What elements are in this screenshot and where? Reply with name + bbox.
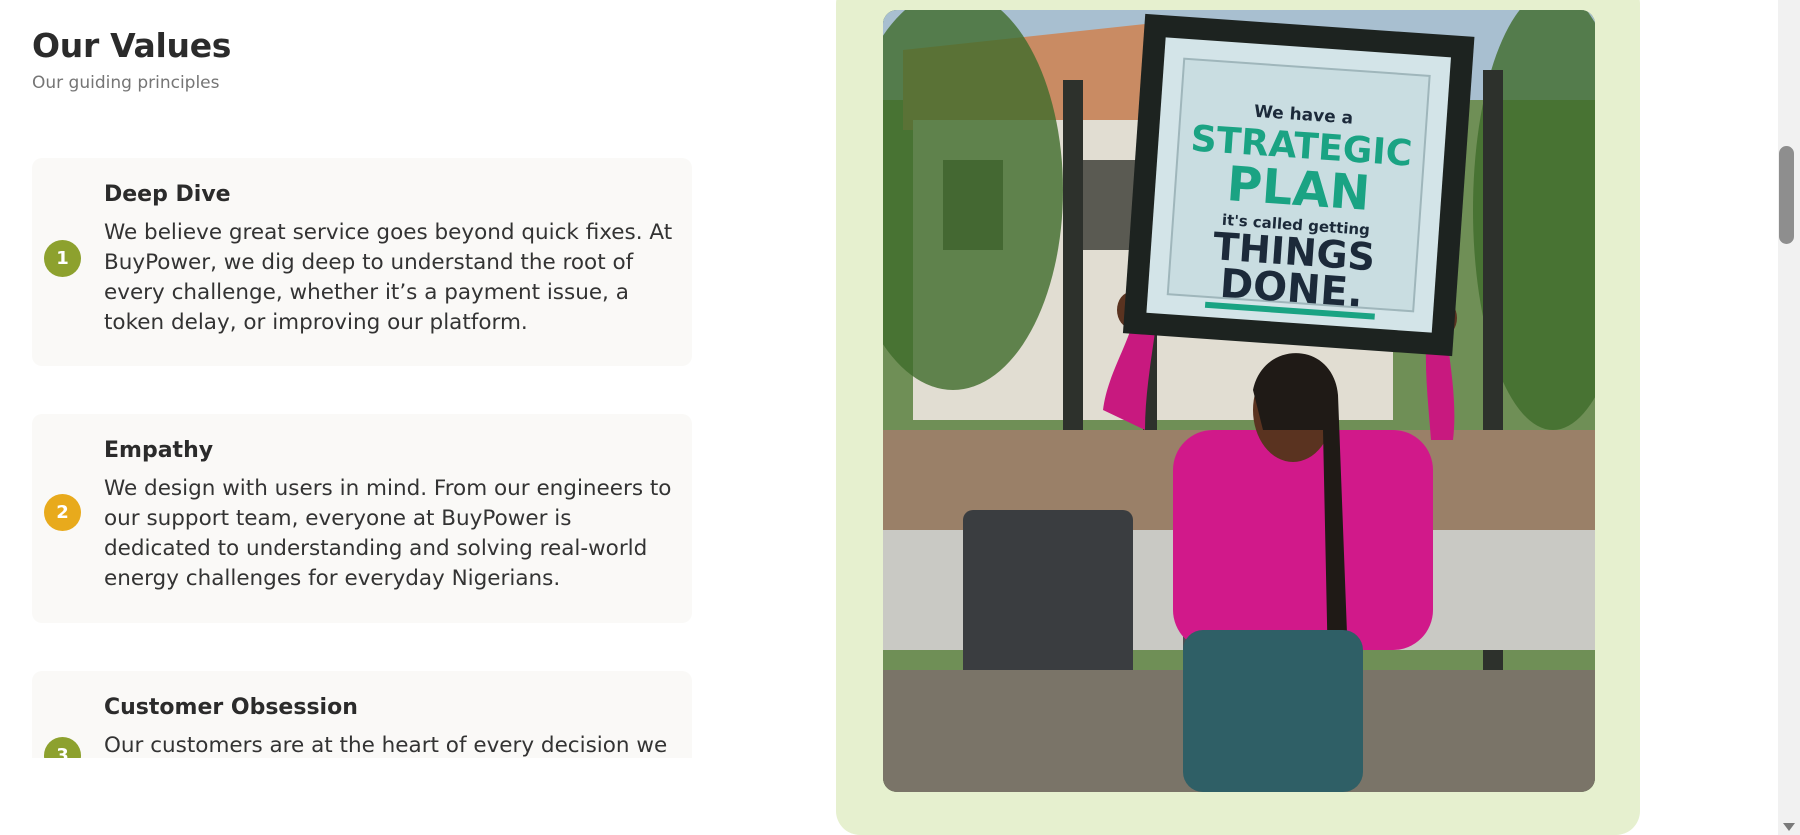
value-card-empathy: 2 Empathy We design with users in mind. … (32, 414, 692, 623)
value-title: Customer Obsession (104, 695, 358, 720)
value-card-deep-dive: 1 Deep Dive We believe great service goe… (32, 158, 692, 366)
page-subtitle: Our guiding principles (32, 73, 220, 93)
vertical-scrollbar[interactable] (1778, 0, 1800, 835)
number-badge: 3 (44, 737, 81, 758)
number-badge: 2 (44, 494, 81, 531)
page-title: Our Values (32, 26, 232, 65)
value-description: Our customers are at the heart of every … (104, 733, 668, 758)
scrollbar-thumb[interactable] (1779, 146, 1794, 244)
scroll-down-arrow-icon[interactable] (1778, 818, 1800, 835)
team-photo-illustration: We have a STRATEGIC PLAN it's called get… (883, 10, 1595, 792)
value-card-customer-obsession: 3 Customer Obsession Our customers are a… (32, 671, 692, 758)
value-title: Empathy (104, 438, 214, 463)
value-description: We design with users in mind. From our e… (104, 476, 672, 591)
number-badge: 1 (44, 240, 81, 277)
value-description: We believe great service goes beyond qui… (104, 220, 673, 335)
team-photo: We have a STRATEGIC PLAN it's called get… (883, 10, 1595, 792)
value-title: Deep Dive (104, 182, 231, 207)
values-section: Our Values Our guiding principles 1 Deep… (32, 0, 694, 758)
